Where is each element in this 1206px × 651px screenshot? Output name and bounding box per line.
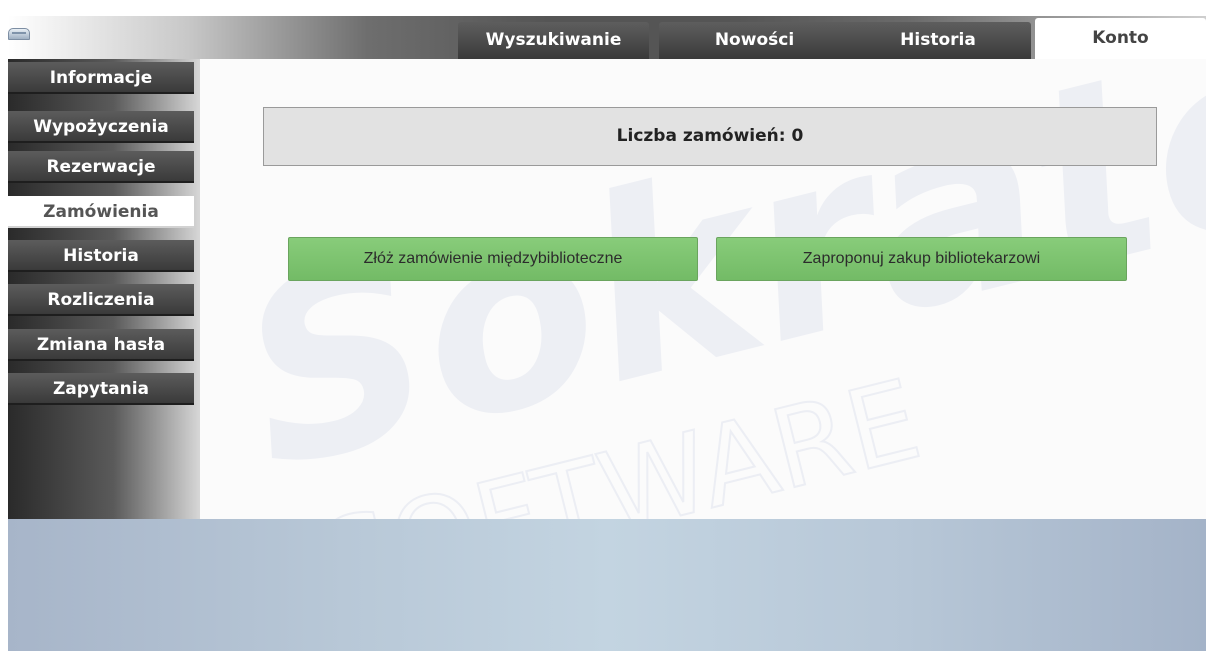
tab-wyszukiwanie[interactable]: Wyszukiwanie — [458, 22, 649, 59]
sidebar-item-historia[interactable]: Historia — [8, 240, 194, 272]
footer — [8, 519, 1206, 651]
interlibrary-order-button[interactable]: Złóż zamówienie międzybiblioteczne — [288, 237, 698, 281]
sidebar-item-rozliczenia[interactable]: Rozliczenia — [8, 284, 194, 316]
sidebar-item-rezerwacje[interactable]: Rezerwacje — [8, 151, 194, 183]
account-sidebar: Informacje Wypożyczenia Rezerwacje Zamów… — [8, 59, 200, 519]
sidebar-item-wypozyczenia[interactable]: Wypożyczenia — [8, 111, 194, 143]
sidebar-item-informacje[interactable]: Informacje — [8, 62, 194, 94]
main-content: Sokrates SOFTWARE Liczba zamówień: 0 Złó… — [200, 59, 1206, 519]
top-navigation-bar: Wyszukiwanie Nowości Historia Konto — [8, 16, 1206, 59]
tab-konto[interactable]: Konto — [1035, 18, 1206, 59]
sidebar-item-zmiana-hasla[interactable]: Zmiana hasła — [8, 329, 194, 361]
orders-count: Liczba zamówień: 0 — [263, 107, 1157, 166]
suggest-purchase-button[interactable]: Zaproponuj zakup bibliotekarzowi — [716, 237, 1127, 281]
tab-nowosci[interactable]: Nowości — [659, 22, 850, 59]
tab-historia[interactable]: Historia — [845, 22, 1031, 59]
sidebar-item-zamowienia[interactable]: Zamówienia — [8, 196, 194, 228]
drawer-icon — [8, 28, 30, 40]
sidebar-item-zapytania[interactable]: Zapytania — [8, 373, 194, 405]
